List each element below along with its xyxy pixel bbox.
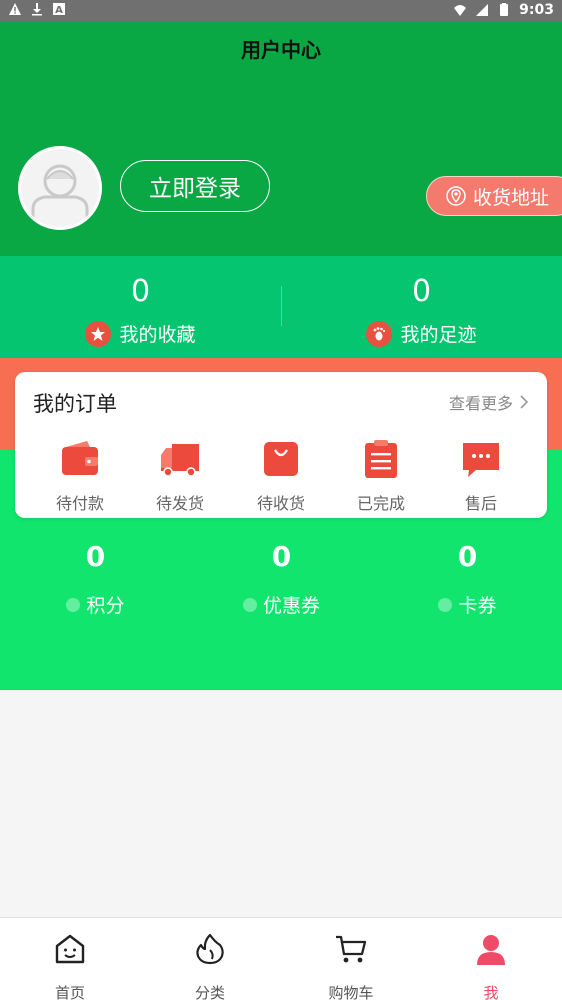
nav-home[interactable]: 首页 — [0, 932, 140, 1000]
coupons-item[interactable]: 0 优惠券 — [188, 540, 375, 618]
footprints-stat[interactable]: 0 我的足迹 — [281, 256, 562, 358]
star-icon — [85, 320, 112, 347]
default-avatar-icon — [31, 164, 89, 227]
category-icon — [196, 933, 224, 965]
favorites-label: 我的收藏 — [119, 324, 196, 346]
stats-strip: 0 我的收藏 0 我的足迹 — [0, 256, 562, 358]
nav-me-label: 我 — [483, 984, 499, 1000]
order-pending-receipt-label: 待收货 — [256, 494, 305, 513]
points-icon — [66, 597, 81, 612]
download-icon — [32, 3, 42, 16]
nav-cart[interactable]: 购物车 — [281, 932, 421, 1000]
user-icon — [477, 935, 505, 965]
orders-title: 我的订单 — [33, 392, 117, 416]
order-completed[interactable]: 已完成 — [331, 438, 431, 514]
app-notification-icon: A — [53, 3, 65, 16]
nav-me[interactable]: 我 — [421, 932, 561, 1000]
nav-category[interactable]: 分类 — [140, 932, 280, 1000]
footprints-count: 0 — [411, 274, 432, 309]
coupon-icon — [242, 597, 257, 612]
points-item[interactable]: 0 积分 — [2, 540, 189, 618]
status-time: 9:03 — [519, 2, 554, 18]
order-completed-label: 已完成 — [356, 494, 405, 513]
svg-text:A: A — [55, 5, 63, 16]
order-pending-payment-label: 待付款 — [55, 494, 104, 513]
page-title: 用户中心 — [241, 38, 321, 62]
signal-icon — [476, 4, 489, 16]
status-bar: A 9:03 — [0, 0, 562, 22]
nav-home-label: 首页 — [54, 984, 85, 1000]
chevron-right-icon — [520, 395, 529, 409]
profile-header: 用户中心 立即登录 收货地址 — [0, 22, 562, 256]
cards-count: 0 — [457, 540, 478, 573]
orders-more-link[interactable]: 查看更多 — [449, 390, 529, 414]
nav-cart-label: 购物车 — [328, 984, 374, 1000]
order-pending-shipment[interactable]: 待发货 — [130, 438, 230, 514]
cart-icon — [336, 935, 367, 963]
order-after-sales-label: 售后 — [464, 494, 497, 513]
footprint-icon — [366, 320, 393, 347]
footprints-label: 我的足迹 — [400, 324, 477, 346]
coupons-count: 0 — [271, 540, 292, 573]
bottom-nav: 首页 分类 购物车 我 — [0, 917, 562, 1000]
orders-more-label: 查看更多 — [448, 394, 513, 413]
battery-icon — [500, 3, 509, 16]
points-count: 0 — [85, 540, 106, 573]
order-after-sales[interactable]: 售后 — [431, 438, 531, 514]
cards-label: 卡券 — [458, 595, 497, 617]
favorites-count: 0 — [130, 274, 151, 309]
orders-card: 我的订单 查看更多 待付款 待发货 待收货 已完成 售后 — [15, 372, 547, 518]
card-icon — [438, 597, 453, 612]
shopping-bag-icon — [264, 442, 298, 476]
login-button[interactable]: 立即登录 — [120, 160, 270, 212]
home-icon — [55, 934, 85, 964]
avatar[interactable] — [18, 146, 102, 230]
address-label: 收货地址 — [473, 186, 550, 209]
wifi-icon — [454, 5, 467, 16]
coupons-label: 优惠券 — [262, 595, 320, 617]
wallet-icon — [62, 441, 98, 475]
order-pending-shipment-label: 待发货 — [155, 494, 204, 513]
chat-icon — [463, 443, 499, 477]
cards-item[interactable]: 0 卡券 — [374, 540, 561, 618]
order-pending-receipt[interactable]: 待收货 — [231, 438, 331, 514]
warning-icon — [9, 3, 21, 15]
favorites-stat[interactable]: 0 我的收藏 — [0, 256, 281, 358]
nav-category-label: 分类 — [194, 984, 225, 1000]
assets-row: 0 积分 0 优惠券 0 卡券 — [0, 540, 562, 640]
points-label: 积分 — [86, 595, 125, 617]
address-button[interactable]: 收货地址 — [426, 176, 562, 216]
location-pin-icon — [446, 186, 466, 206]
order-pending-payment[interactable]: 待付款 — [30, 438, 130, 514]
clipboard-icon — [365, 440, 397, 478]
truck-icon — [161, 444, 199, 477]
